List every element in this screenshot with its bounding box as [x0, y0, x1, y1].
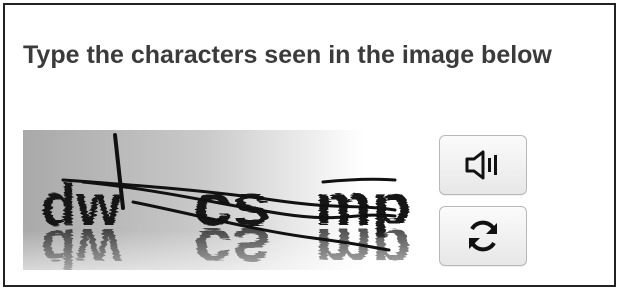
speaker-icon	[465, 150, 497, 180]
audio-challenge-button[interactable]	[439, 135, 527, 195]
refresh-challenge-button[interactable]	[439, 206, 527, 266]
refresh-icon	[469, 220, 497, 252]
captcha-panel: Type the characters seen in the image be…	[3, 3, 616, 287]
captcha-instructions: Type the characters seen in the image be…	[23, 41, 552, 69]
captcha-image: dw cs mp dw cs mp	[23, 130, 423, 270]
captcha-reflection-fade	[23, 230, 423, 270]
captcha-graphic: dw cs mp dw cs mp	[23, 130, 423, 270]
